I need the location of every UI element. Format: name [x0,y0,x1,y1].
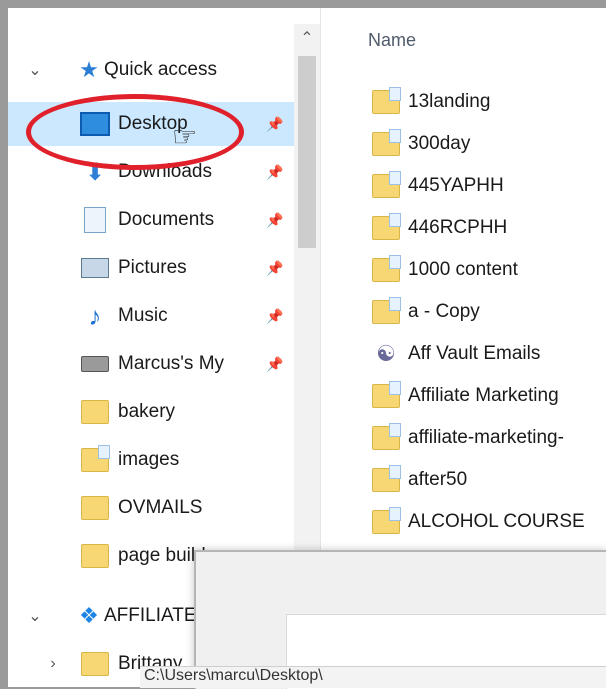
folder-icon [372,465,401,493]
nav-quick-access-label: Quick access [104,59,217,80]
star-icon: ★ [79,57,99,82]
list-item[interactable]: 1000 content [372,250,518,290]
folder-icon [372,171,401,199]
file-name: 445YAPHH [408,175,504,196]
music-icon: ♪ [88,300,102,331]
folder-icon [80,543,110,569]
drive-icon [80,351,110,377]
nav-quick-access[interactable]: ⌄ ★ Quick access [8,48,294,92]
shared-folder-icon: ☯ [376,341,396,366]
pin-icon[interactable]: 📌 [266,308,283,325]
sidebar-item-label: Pictures [118,257,187,278]
list-item[interactable]: after50 [372,460,467,500]
pin-icon[interactable]: 📌 [266,356,283,373]
sidebar-item-bakery[interactable]: bakery [8,390,294,434]
sidebar-item-pictures[interactable]: Pictures 📌 [8,246,294,290]
folder-icon [372,213,401,241]
sidebar-item-label: Marcus's My [118,353,225,374]
folder-icon [372,87,401,115]
file-name: 1000 content [408,259,518,280]
dropbox-icon: ❖ [79,603,99,628]
folder-icon [372,423,401,451]
pin-icon[interactable]: 📌 [266,164,283,181]
sidebar-item-music[interactable]: ♪ Music 📌 [8,294,294,338]
folder-icon [372,381,401,409]
file-name: Aff Vault Emails [408,343,541,364]
file-name: 446RCPHH [408,217,508,238]
file-name: a - Copy [408,301,480,322]
chevron-right-icon[interactable]: › [44,655,62,673]
column-header-name[interactable]: Name [368,30,416,51]
list-item[interactable]: ALCOHOL COURSE [372,502,585,542]
highlight-ring [26,94,244,170]
chevron-down-icon[interactable]: ⌄ [26,60,44,80]
list-item[interactable]: 445YAPHH [372,166,504,206]
list-item[interactable]: affiliate-marketing- [372,418,564,458]
file-name: Affiliate Marketing [408,385,559,406]
file-name: ALCOHOL COURSE [408,511,585,532]
list-item[interactable]: Affiliate Marketing [372,376,559,416]
folder-icon [80,445,110,473]
folder-icon [80,495,110,521]
file-name: 13landing [408,91,491,112]
pin-icon[interactable]: 📌 [266,116,283,133]
sidebar-item-label: OVMAILS [118,497,203,518]
document-icon [80,207,110,233]
file-name: affiliate-marketing- [408,427,564,448]
sidebar-item-marcus-drive[interactable]: Marcus's My 📌 [8,342,294,386]
folder-icon [80,651,110,677]
sidebar-item-label: bakery [118,401,176,422]
list-item[interactable]: 300day [372,124,470,164]
sidebar-item-documents[interactable]: Documents 📌 [8,198,294,242]
folder-icon [372,255,401,283]
hand-cursor-icon: ☞ [172,121,198,152]
folder-icon [372,507,401,535]
list-item[interactable]: a - Copy [372,292,480,332]
dialog-path-text: C:\Users\marcu\Desktop\ [140,666,606,688]
sidebar-item-label: Documents [118,209,215,230]
sidebar-item-images[interactable]: images [8,438,294,482]
list-item[interactable]: 446RCPHH [372,208,507,248]
folder-icon [372,129,401,157]
file-name: after50 [408,469,468,490]
pin-icon[interactable]: 📌 [266,212,283,229]
folder-icon [80,399,110,425]
sidebar-item-label: Music [118,305,168,326]
sidebar-item-label: images [118,449,180,470]
folder-icon [372,297,401,325]
pictures-icon [80,255,110,281]
file-name: 300day [408,133,471,154]
scroll-up-icon[interactable]: ⌃ [294,24,320,54]
list-item[interactable]: 13landing [372,82,490,122]
scroll-thumb[interactable] [298,56,316,248]
chevron-down-icon[interactable]: ⌄ [26,606,44,626]
list-item[interactable]: ☯ Aff Vault Emails [372,334,540,374]
pin-icon[interactable]: 📌 [266,260,283,277]
sidebar-item-ovmails[interactable]: OVMAILS [8,486,294,530]
nav-affiliate-label: AFFILIATE [104,605,197,626]
